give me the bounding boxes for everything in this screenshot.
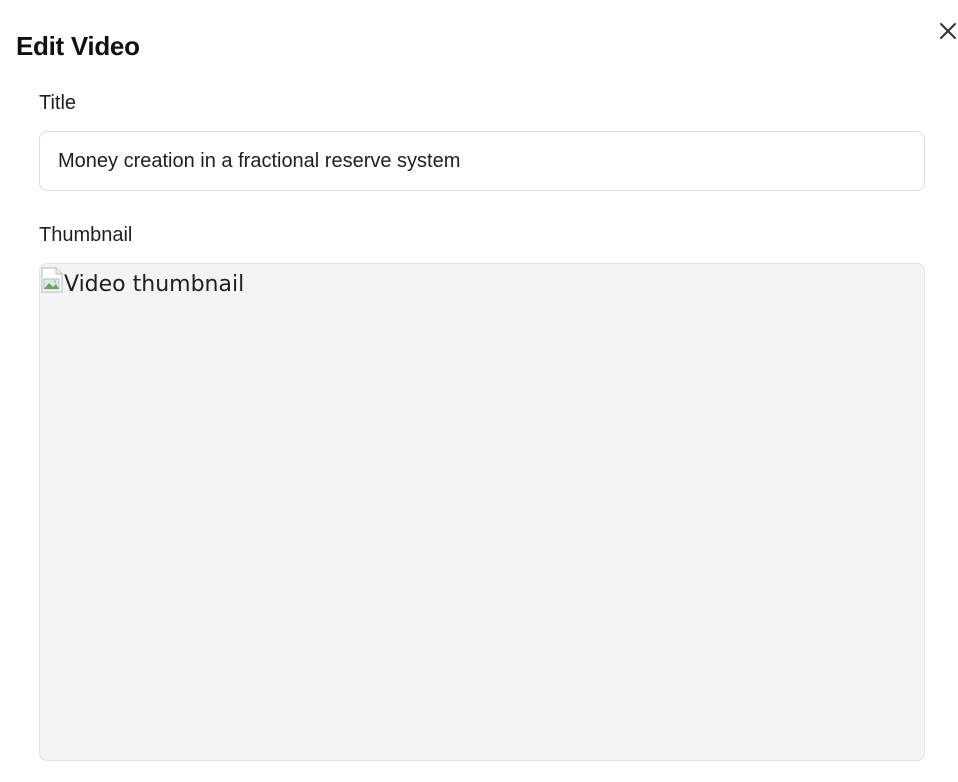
- thumbnail-alt-text: Video thumbnail: [64, 272, 245, 297]
- title-input[interactable]: [39, 131, 925, 191]
- close-button[interactable]: [934, 18, 958, 46]
- thumbnail-label: Thumbnail: [39, 224, 133, 246]
- title-label: Title: [39, 92, 77, 114]
- thumbnail-preview[interactable]: Video thumbnail: [39, 263, 925, 761]
- dialog-title: Edit Video: [16, 31, 140, 61]
- edit-video-dialog: Edit Video Title Thumbnail Video thumbna…: [0, 0, 958, 782]
- broken-image: Video thumbnail: [41, 265, 244, 301]
- close-icon: [939, 22, 957, 43]
- broken-image-icon: [41, 267, 63, 293]
